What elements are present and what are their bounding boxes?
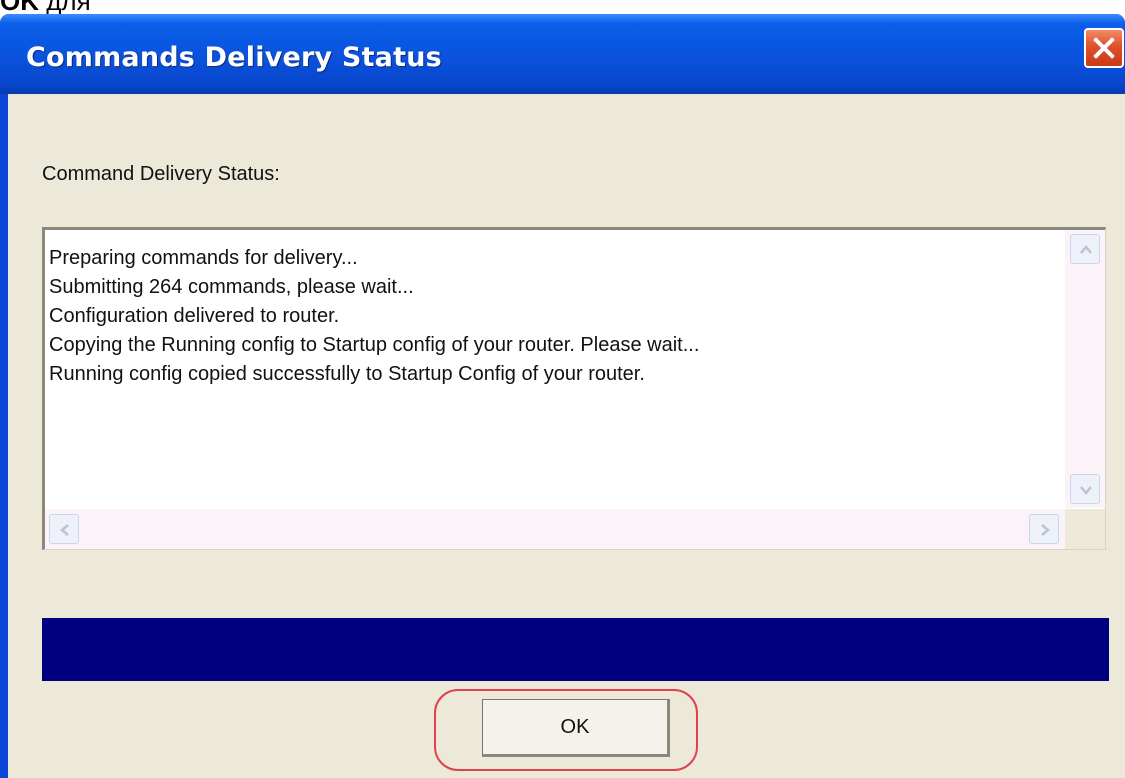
window-title: Commands Delivery Status <box>26 42 442 73</box>
horizontal-scrollbar[interactable] <box>45 509 1065 549</box>
scroll-left-button[interactable] <box>49 514 79 544</box>
title-bar[interactable]: Commands Delivery Status <box>0 14 1125 94</box>
scrollbar-corner <box>1065 509 1105 549</box>
log-lines: Preparing commands for delivery... Submi… <box>49 244 699 389</box>
ok-button[interactable]: OK <box>482 699 670 757</box>
scroll-right-button[interactable] <box>1029 514 1059 544</box>
progress-fill <box>42 618 1109 681</box>
dialog-window: Commands Delivery Status Command Deliver… <box>0 14 1125 778</box>
status-log[interactable]: Preparing commands for delivery... Submi… <box>42 227 1106 550</box>
log-line: Preparing commands for delivery... <box>49 247 358 269</box>
log-line: Submitting 264 commands, please wait... <box>49 276 414 298</box>
scroll-down-button[interactable] <box>1070 474 1100 504</box>
close-icon <box>1093 37 1115 59</box>
progress-bar <box>42 618 1109 681</box>
log-line: Running config copied successfully to St… <box>49 363 645 385</box>
chevron-down-icon <box>1080 486 1092 495</box>
close-button[interactable] <box>1084 28 1124 68</box>
chevron-right-icon <box>1041 524 1050 536</box>
log-line: Configuration delivered to router. <box>49 305 340 327</box>
vertical-scrollbar[interactable] <box>1065 230 1105 508</box>
chevron-up-icon <box>1080 245 1092 254</box>
dialog-body: Command Delivery Status: Preparing comma… <box>8 94 1125 778</box>
chevron-left-icon <box>60 524 69 536</box>
log-line: Copying the Running config to Startup co… <box>49 334 700 356</box>
status-label: Command Delivery Status: <box>42 163 280 185</box>
scroll-up-button[interactable] <box>1070 234 1100 264</box>
